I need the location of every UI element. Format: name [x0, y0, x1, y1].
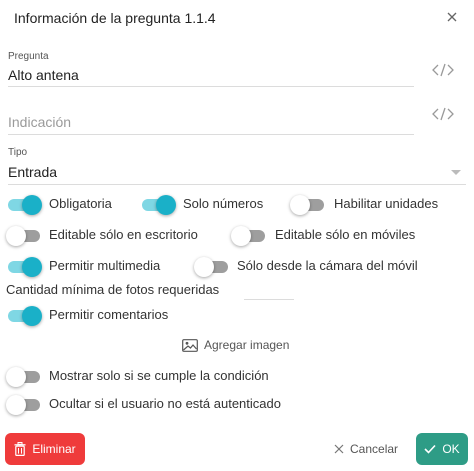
- trash-icon: [14, 442, 26, 456]
- toggle-solo-camara[interactable]: [194, 255, 230, 277]
- toggle-permitir-multimedia[interactable]: [6, 255, 42, 277]
- dialog-title: Información de la pregunta 1.1.4: [14, 10, 216, 26]
- pregunta-label: Pregunta: [8, 51, 49, 62]
- image-icon: [182, 338, 198, 352]
- question-info-dialog: Información de la pregunta 1.1.4 Pregunt…: [0, 0, 474, 471]
- toggle-permitir-comentarios[interactable]: [6, 304, 42, 326]
- ok-button[interactable]: OK: [416, 433, 468, 465]
- ok-label: OK: [442, 442, 460, 456]
- ocultar-no-autenticado-label: Ocultar si el usuario no está autenticad…: [49, 396, 281, 411]
- solo-numeros-label: Solo números: [183, 196, 264, 211]
- toggle-editable-escritorio[interactable]: [6, 224, 42, 246]
- tipo-underline: [8, 184, 466, 185]
- close-icon[interactable]: [444, 9, 460, 25]
- toggle-editable-moviles[interactable]: [231, 224, 267, 246]
- permitir-comentarios-label: Permitir comentarios: [49, 307, 169, 322]
- add-image-label: Agregar imagen: [204, 338, 290, 352]
- add-image-button[interactable]: Agregar imagen: [182, 337, 289, 353]
- cancel-label: Cancelar: [350, 442, 399, 456]
- toggle-solo-numeros[interactable]: [140, 193, 176, 215]
- toggle-habilitar-unidades[interactable]: [290, 193, 326, 215]
- check-icon: [424, 444, 436, 454]
- editable-escritorio-label: Editable sólo en escritorio: [49, 227, 198, 242]
- code-icon[interactable]: [432, 106, 454, 122]
- mostrar-condicion-label: Mostrar solo si se cumple la condición: [49, 368, 269, 383]
- delete-button[interactable]: Eliminar: [5, 433, 85, 465]
- toggle-mostrar-condicion[interactable]: [6, 365, 42, 387]
- toggle-ocultar-no-autenticado[interactable]: [6, 393, 42, 415]
- close-icon: [334, 444, 344, 454]
- code-icon[interactable]: [432, 62, 454, 78]
- indicacion-input[interactable]: Indicación: [8, 114, 71, 130]
- obligatoria-label: Obligatoria: [49, 196, 112, 211]
- tipo-label: Tipo: [8, 147, 28, 158]
- cancel-button[interactable]: Cancelar: [334, 439, 398, 459]
- indicacion-underline: [8, 134, 414, 135]
- toggle-obligatoria[interactable]: [6, 193, 42, 215]
- delete-label: Eliminar: [32, 442, 76, 456]
- pregunta-underline: [8, 86, 414, 87]
- tipo-select[interactable]: Entrada: [8, 164, 57, 180]
- pregunta-input[interactable]: Alto antena: [8, 67, 79, 83]
- fotos-minimas-label: Cantidad mínima de fotos requeridas: [6, 282, 220, 297]
- permitir-multimedia-label: Permitir multimedia: [49, 258, 161, 273]
- fotos-minimas-input[interactable]: [244, 278, 294, 300]
- chevron-down-icon[interactable]: [451, 170, 461, 175]
- editable-moviles-label: Editable sólo en móviles: [275, 227, 416, 242]
- solo-camara-label: Sólo desde la cámara del móvil: [237, 258, 418, 273]
- habilitar-unidades-label: Habilitar unidades: [334, 196, 439, 211]
